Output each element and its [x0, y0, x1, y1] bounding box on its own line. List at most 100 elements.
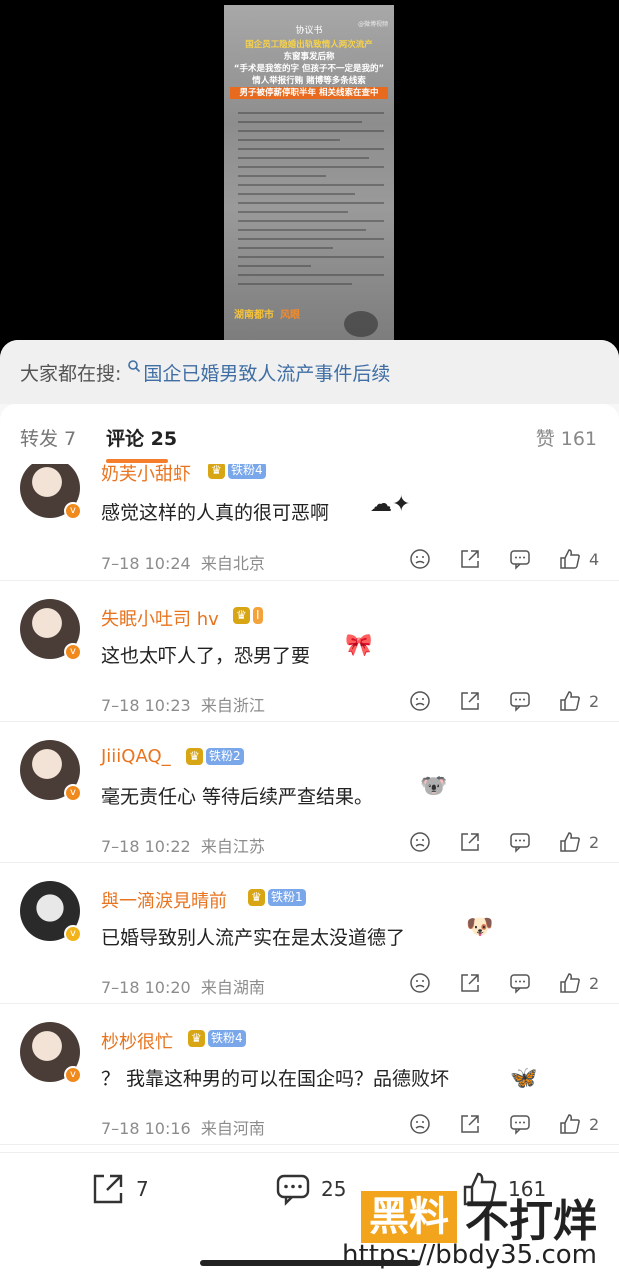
repost-button[interactable]: 7 [90, 1171, 149, 1207]
verified-badge: v [64, 643, 82, 661]
comment-text: 感觉这样的人真的很可恶啊 [101, 502, 330, 524]
fan-badge: 铁粉2 [206, 748, 244, 765]
comment-username[interactable]: 與一滴淚見晴前 [101, 887, 227, 913]
comment-icon [276, 1174, 310, 1206]
video-headline: 男子被停薪停职半年 相关线索在查中 [230, 87, 388, 99]
comment-count: 25 [321, 1177, 347, 1201]
crown-icon: ♛ [248, 889, 265, 906]
fan-badge: 铁粉4 [228, 464, 266, 479]
share-icon[interactable] [459, 972, 481, 994]
home-indicator [200, 1260, 420, 1266]
repost-count: 7 [136, 1177, 149, 1201]
crown-icon: ♛ [188, 1030, 205, 1047]
reply-icon[interactable] [509, 831, 531, 853]
repost-icon [93, 1174, 123, 1204]
share-icon[interactable] [459, 690, 481, 712]
fan-badge: 铁粉1 [268, 889, 306, 906]
comment-time: 7–18 10:20 来自湖南 [101, 978, 265, 997]
tab-like[interactable]: 赞 161 [536, 424, 597, 451]
comment-list[interactable]: v 奶芙小甜虾 ♛ 铁粉4 感觉这样的人真的很可恶啊 ☁✦ 7–18 10:24… [0, 464, 619, 1154]
comment-actions: 2 [381, 972, 599, 994]
active-tab-indicator [106, 459, 168, 463]
thumbs-up-icon[interactable] [559, 690, 581, 712]
comment-actions: 4 [381, 548, 599, 570]
comment-username[interactable]: 失眠小吐司 hv [101, 605, 219, 631]
share-icon[interactable] [459, 548, 481, 570]
comment-tabs: 转发 7 评论 25 赞 161 [0, 404, 619, 464]
logo-left: 湖南都市 [234, 309, 274, 321]
trending-search-bar[interactable]: 大家都在搜: 国企已婚男致人流产事件后续 [0, 340, 619, 404]
comment-username[interactable]: 杪杪很忙 [101, 1028, 173, 1054]
comment-item: v 與一滴淚見晴前 ♛ 铁粉1 已婚导致别人流产实在是太没道德了 🐶 7–18 … [0, 863, 619, 1004]
comment-item: v JiiiQAQ_ ♛ 铁粉2 毫无责任心 等待后续严查结果。 🐨 7–18 … [0, 722, 619, 863]
doc-body-text [238, 105, 384, 292]
trending-search-prefix: 大家都在搜: [20, 362, 122, 385]
comment-sticker: 🐨 [420, 774, 448, 799]
dislike-icon[interactable] [409, 972, 431, 994]
like-count: 2 [589, 832, 600, 852]
watermark-box: 黑料 [361, 1191, 457, 1243]
tab-comment[interactable]: 评论 25 [106, 424, 177, 451]
fingerprint-stamp [344, 311, 378, 337]
share-icon[interactable] [459, 831, 481, 853]
reply-icon[interactable] [509, 1113, 531, 1135]
dislike-icon[interactable] [409, 1113, 431, 1135]
reply-icon[interactable] [509, 548, 531, 570]
doc-title: 协议书 [295, 26, 323, 36]
comment-sticker: 🐶 [466, 915, 494, 940]
comment-time: 7–18 10:23 来自浙江 [101, 696, 265, 715]
comment-item: v 杪杪很忙 ♛ 铁粉4 ？ 我靠这种男的可以在国企吗？品德败坏 🦋 7–18 … [0, 1004, 619, 1145]
search-icon [128, 360, 141, 373]
crown-icon: ♛ [208, 464, 225, 479]
comment-username[interactable]: JiiiQAQ_ [101, 746, 171, 767]
crown-icon: ♛ [186, 748, 203, 765]
comment-actions: 2 [381, 831, 599, 853]
comment-item: v 失眠小吐司 hv ♛ I 这也太吓人了，恐男了要 🎀 7–18 10:23 … [0, 581, 619, 722]
verified-badge: v [64, 784, 82, 802]
video-headline: 情人举报行贿 赌博等多条线索 [252, 76, 366, 86]
comment-time: 7–18 10:24 来自北京 [101, 554, 265, 573]
like-count: 2 [589, 1114, 600, 1134]
video-headline: “手术是我签的字 但孩子不一定是我的” [233, 64, 385, 74]
like-count: 4 [589, 549, 600, 569]
verified-badge: v [64, 502, 82, 520]
comment-item: v 奶芙小甜虾 ♛ 铁粉4 感觉这样的人真的很可恶啊 ☁✦ 7–18 10:24… [0, 464, 619, 581]
verified-badge: v [64, 925, 82, 943]
comment-time: 7–18 10:22 来自江苏 [101, 837, 265, 856]
dislike-icon[interactable] [409, 548, 431, 570]
comment-actions: 2 [381, 690, 599, 712]
comment-sheet: 大家都在搜: 国企已婚男致人流产事件后续 转发 7 评论 25 赞 161 v … [0, 340, 619, 1280]
share-icon[interactable] [459, 1113, 481, 1135]
thumbs-up-icon[interactable] [559, 548, 581, 570]
thumbs-up-icon[interactable] [559, 831, 581, 853]
trending-search-term[interactable]: 国企已婚男致人流产事件后续 [143, 359, 390, 386]
comment-sticker: ☁✦ [370, 492, 411, 517]
dislike-icon[interactable] [409, 831, 431, 853]
comment-text: 这也太吓人了，恐男了要 [101, 645, 311, 667]
comment-actions: 2 [381, 1113, 599, 1135]
comment-sticker: 🦋 [510, 1066, 538, 1091]
video-frame: @微博视频 协议书 国企员工隐婚出轨致情人两次流产 东窗事发后称 “手术是我签的… [224, 5, 394, 343]
video-headline: 东窗事发后称 [283, 52, 335, 62]
comment-username[interactable]: 奶芙小甜虾 [101, 464, 191, 486]
comment-sticker: 🎀 [345, 633, 373, 658]
tab-repost[interactable]: 转发 7 [20, 424, 76, 451]
fan-badge: I [253, 607, 263, 624]
comment-text: 毫无责任心 等待后续严查结果。 [101, 786, 374, 808]
logo-right: 风眼 [280, 309, 300, 321]
reply-icon[interactable] [509, 690, 531, 712]
dislike-icon[interactable] [409, 690, 431, 712]
thumbs-up-icon[interactable] [559, 1113, 581, 1135]
comment-text: ？ 我靠这种男的可以在国企吗？品德败坏 [101, 1068, 450, 1090]
video-player[interactable]: @微博视频 协议书 国企员工隐婚出轨致情人两次流产 东窗事发后称 “手术是我签的… [0, 0, 619, 345]
fan-badge: 铁粉4 [208, 1030, 246, 1047]
comment-time: 7–18 10:16 来自河南 [101, 1119, 265, 1138]
thumbs-up-icon[interactable] [559, 972, 581, 994]
like-count: 2 [589, 691, 600, 711]
reply-icon[interactable] [509, 972, 531, 994]
like-count: 2 [589, 973, 600, 993]
verified-badge: v [64, 1066, 82, 1084]
video-headline: 国企员工隐婚出轨致情人两次流产 [245, 40, 373, 50]
comment-text: 已婚导致别人流产实在是太没道德了 [101, 927, 406, 949]
comment-button[interactable]: 25 [275, 1171, 346, 1207]
